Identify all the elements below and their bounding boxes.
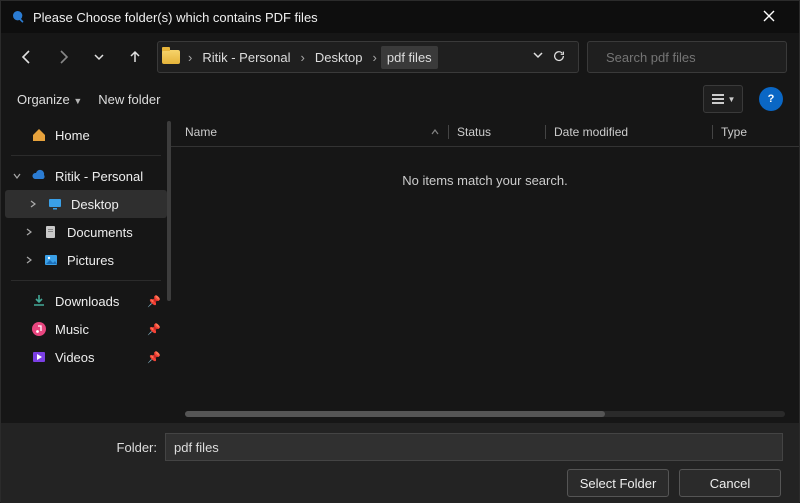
video-icon bbox=[31, 349, 47, 365]
search-box[interactable] bbox=[587, 41, 787, 73]
chevron-right-icon[interactable] bbox=[23, 227, 35, 237]
caret-down-icon: ▼ bbox=[73, 96, 82, 106]
folder-icon bbox=[162, 50, 180, 64]
music-icon bbox=[31, 321, 47, 337]
chevron-down-icon bbox=[93, 51, 105, 63]
empty-message: No items match your search. bbox=[171, 147, 799, 188]
folder-input[interactable] bbox=[165, 433, 783, 461]
col-type[interactable]: Type bbox=[721, 125, 799, 139]
help-button[interactable]: ? bbox=[759, 87, 783, 111]
sidebar-item-desktop[interactable]: Desktop bbox=[5, 190, 167, 218]
col-name[interactable]: Name bbox=[185, 125, 440, 139]
breadcrumb-right bbox=[532, 49, 574, 66]
scroll-thumb[interactable] bbox=[185, 411, 605, 417]
folder-label: Folder: bbox=[17, 440, 157, 455]
sidebar: Home Ritik - Personal Desktop Documents … bbox=[1, 117, 171, 423]
chevron-right-icon[interactable] bbox=[27, 199, 39, 209]
pin-icon: 📌 bbox=[147, 323, 161, 336]
sidebar-item-home[interactable]: Home bbox=[1, 121, 171, 149]
close-button[interactable] bbox=[749, 10, 789, 25]
separator bbox=[11, 280, 161, 281]
picture-icon bbox=[43, 252, 59, 268]
column-divider[interactable] bbox=[448, 125, 449, 139]
close-icon bbox=[763, 10, 775, 22]
content-pane: Name Status Date modified Type No items … bbox=[171, 117, 799, 423]
chevron-down-icon[interactable] bbox=[11, 171, 23, 181]
breadcrumb-item-1[interactable]: Desktop bbox=[309, 46, 369, 69]
sidebar-item-documents[interactable]: Documents bbox=[1, 218, 171, 246]
chevron-right-icon: › bbox=[186, 50, 194, 65]
col-label: Name bbox=[185, 125, 217, 139]
main-area: Home Ritik - Personal Desktop Documents … bbox=[1, 117, 799, 423]
organize-label: Organize bbox=[17, 92, 70, 107]
cloud-icon bbox=[31, 168, 47, 184]
chevron-right-icon[interactable] bbox=[23, 255, 35, 265]
list-view-icon bbox=[711, 92, 725, 106]
home-icon bbox=[31, 127, 47, 143]
breadcrumb-item-2[interactable]: pdf files bbox=[381, 46, 438, 69]
view-button[interactable]: ▼ bbox=[703, 85, 743, 113]
sidebar-label: Documents bbox=[67, 225, 133, 240]
cancel-button[interactable]: Cancel bbox=[679, 469, 781, 497]
arrow-right-icon bbox=[55, 49, 71, 65]
recent-button[interactable] bbox=[85, 43, 113, 71]
sidebar-label: Ritik - Personal bbox=[55, 169, 143, 184]
forward-button[interactable] bbox=[49, 43, 77, 71]
search-app-icon bbox=[11, 9, 27, 25]
sidebar-label: Music bbox=[55, 322, 89, 337]
download-icon bbox=[31, 293, 47, 309]
refresh-icon bbox=[552, 49, 566, 63]
sidebar-label: Home bbox=[55, 128, 90, 143]
titlebar: Please Choose folder(s) which contains P… bbox=[1, 1, 799, 33]
sidebar-label: Desktop bbox=[71, 197, 119, 212]
breadcrumb[interactable]: › Ritik - Personal › Desktop › pdf files bbox=[157, 41, 579, 73]
chevron-right-icon: › bbox=[371, 50, 379, 65]
window-title: Please Choose folder(s) which contains P… bbox=[33, 10, 318, 25]
folder-row: Folder: bbox=[17, 433, 783, 461]
desktop-icon bbox=[47, 196, 63, 212]
separator bbox=[11, 155, 161, 156]
breadcrumb-item-0[interactable]: Ritik - Personal bbox=[196, 46, 296, 69]
column-headers: Name Status Date modified Type bbox=[171, 117, 799, 147]
footer: Folder: Select Folder Cancel bbox=[1, 423, 799, 503]
sidebar-label: Downloads bbox=[55, 294, 119, 309]
up-button[interactable] bbox=[121, 43, 149, 71]
chevron-right-icon: › bbox=[298, 50, 306, 65]
col-label: Date modified bbox=[554, 125, 628, 139]
caret-down-icon: ▼ bbox=[728, 95, 736, 104]
sidebar-item-account[interactable]: Ritik - Personal bbox=[1, 162, 171, 190]
breadcrumb-expand[interactable] bbox=[532, 49, 544, 66]
pin-icon: 📌 bbox=[147, 351, 161, 364]
col-status[interactable]: Status bbox=[457, 125, 537, 139]
search-input[interactable] bbox=[606, 50, 782, 65]
button-row: Select Folder Cancel bbox=[17, 469, 783, 497]
select-folder-button[interactable]: Select Folder bbox=[567, 469, 669, 497]
back-button[interactable] bbox=[13, 43, 41, 71]
sidebar-item-pictures[interactable]: Pictures bbox=[1, 246, 171, 274]
arrow-left-icon bbox=[19, 49, 35, 65]
sidebar-label: Videos bbox=[55, 350, 95, 365]
sidebar-item-downloads[interactable]: Downloads 📌 bbox=[1, 287, 171, 315]
pin-icon: 📌 bbox=[147, 295, 161, 308]
col-label: Type bbox=[721, 125, 747, 139]
column-divider[interactable] bbox=[712, 125, 713, 139]
refresh-button[interactable] bbox=[552, 49, 566, 66]
sidebar-label: Pictures bbox=[67, 253, 114, 268]
sidebar-item-videos[interactable]: Videos 📌 bbox=[1, 343, 171, 371]
organize-row: Organize ▼ New folder ▼ ? bbox=[1, 81, 799, 117]
sidebar-item-music[interactable]: Music 📌 bbox=[1, 315, 171, 343]
sort-up-icon bbox=[430, 127, 440, 137]
arrow-up-icon bbox=[127, 49, 143, 65]
organize-menu[interactable]: Organize ▼ bbox=[17, 92, 82, 107]
new-folder-button[interactable]: New folder bbox=[98, 92, 160, 107]
chevron-down-icon bbox=[532, 49, 544, 61]
col-date[interactable]: Date modified bbox=[554, 125, 704, 139]
column-divider[interactable] bbox=[545, 125, 546, 139]
document-icon bbox=[43, 224, 59, 240]
horizontal-scrollbar[interactable] bbox=[185, 411, 785, 417]
title-wrap: Please Choose folder(s) which contains P… bbox=[11, 9, 749, 25]
nav-row: › Ritik - Personal › Desktop › pdf files bbox=[1, 33, 799, 81]
col-label: Status bbox=[457, 125, 491, 139]
